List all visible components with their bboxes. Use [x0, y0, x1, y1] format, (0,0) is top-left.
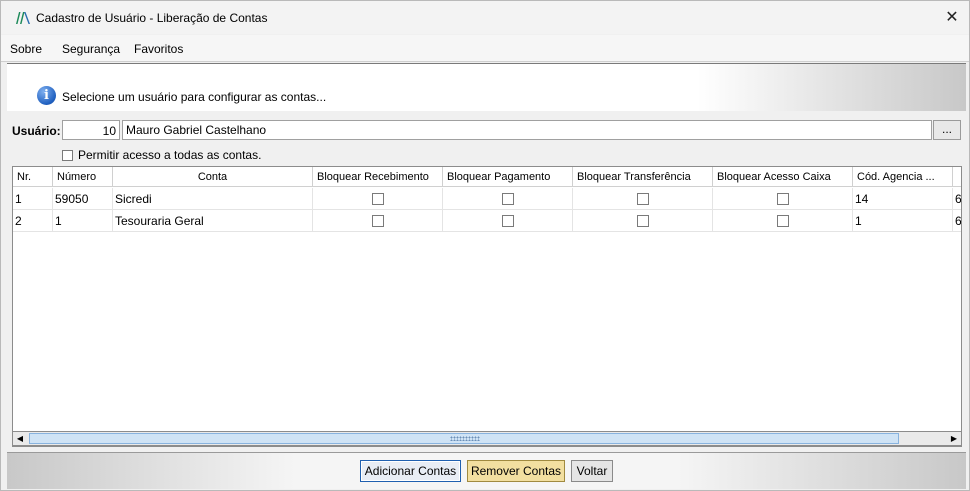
permit-all-checkbox[interactable] [62, 150, 73, 161]
menu-bar: Sobre Segurança Favoritos [1, 35, 969, 62]
back-button[interactable]: Voltar [571, 460, 613, 482]
user-id-field[interactable]: 10 [62, 120, 120, 140]
cell-overflow: 6 [953, 210, 961, 232]
cell-nr: 2 [13, 210, 53, 232]
permit-all-option[interactable]: Permitir acesso a todas as contas. [62, 148, 261, 162]
title-bar: Cadastro de Usuário - Liberação de Conta… [1, 1, 969, 34]
cell-conta: Sicredi [113, 188, 313, 210]
bloq-transferencia-checkbox[interactable] [636, 193, 649, 205]
col-header-bloq-pagamento[interactable]: Bloquear Pagamento [443, 167, 573, 187]
user-name-field[interactable]: Mauro Gabriel Castelhano [122, 120, 932, 140]
cell-numero: 59050 [53, 188, 113, 210]
col-header-cod-agencia[interactable]: Cód. Agencia ... [853, 167, 953, 187]
col-header-bloq-recebimento[interactable]: Bloquear Recebimento [313, 167, 443, 187]
window-title: Cadastro de Usuário - Liberação de Conta… [36, 11, 268, 25]
col-header-nr[interactable]: Nr. [13, 167, 53, 187]
bloq-pagamento-checkbox[interactable] [501, 215, 514, 227]
scrollbar-thumb[interactable] [29, 433, 899, 444]
menu-seguranca[interactable]: Segurança [62, 42, 120, 56]
cell-nr: 1 [13, 188, 53, 210]
cell-conta: Tesouraria Geral [113, 210, 313, 232]
cell-bloq-recebimento [313, 188, 443, 210]
col-header-conta[interactable]: Conta [113, 167, 313, 187]
bloq-recebimento-checkbox[interactable] [371, 193, 384, 205]
permit-all-label: Permitir acesso a todas as contas. [78, 148, 262, 162]
scroll-right-icon[interactable]: ▶ [947, 432, 961, 445]
cell-cod-agencia: 14 [853, 188, 953, 210]
col-header-bloq-transferencia[interactable]: Bloquear Transferência [573, 167, 713, 187]
bloq-recebimento-checkbox[interactable] [371, 215, 384, 227]
cell-bloq-transferencia [573, 188, 713, 210]
cell-bloq-acesso-caixa [713, 210, 853, 232]
window: Cadastro de Usuário - Liberação de Conta… [0, 0, 970, 491]
horizontal-scrollbar[interactable]: ◀ ▶ [12, 431, 962, 446]
table-row[interactable]: 2 1 Tesouraria Geral 1 6 [13, 210, 961, 232]
cell-cod-agencia: 1 [853, 210, 953, 232]
col-header-overflow[interactable] [953, 167, 961, 187]
accounts-grid: Nr. Número Conta Bloquear Recebimento Bl… [12, 166, 962, 447]
info-banner: i Selecione um usuário para configurar a… [7, 63, 966, 111]
info-icon: i [37, 86, 56, 105]
cell-numero: 1 [53, 210, 113, 232]
grid-header: Nr. Número Conta Bloquear Recebimento Bl… [13, 167, 961, 187]
menu-favoritos[interactable]: Favoritos [134, 42, 183, 56]
col-header-numero[interactable]: Número [53, 167, 113, 187]
col-header-bloq-acesso-caixa[interactable]: Bloquear Acesso Caixa [713, 167, 853, 187]
cell-bloq-transferencia [573, 210, 713, 232]
cell-bloq-acesso-caixa [713, 188, 853, 210]
table-row[interactable]: 1 59050 Sicredi 14 6 [13, 188, 961, 210]
remove-accounts-button[interactable]: Remover Contas [467, 460, 565, 482]
close-icon[interactable]: ✕ [941, 8, 963, 28]
banner-text: Selecione um usuário para configurar as … [62, 90, 327, 104]
scrollbar-grip-icon [450, 436, 480, 441]
cell-bloq-recebimento [313, 210, 443, 232]
user-lookup-button[interactable]: ... [933, 120, 961, 140]
cell-bloq-pagamento [443, 188, 573, 210]
user-label: Usuário: [12, 124, 61, 138]
button-bar: Adicionar Contas Remover Contas Voltar [7, 452, 966, 489]
cell-bloq-pagamento [443, 210, 573, 232]
bloq-acesso-caixa-checkbox[interactable] [776, 215, 789, 227]
scroll-left-icon[interactable]: ◀ [13, 432, 27, 445]
bloq-pagamento-checkbox[interactable] [501, 193, 514, 205]
menu-sobre[interactable]: Sobre [10, 42, 42, 56]
app-logo-icon [16, 12, 30, 24]
add-accounts-button[interactable]: Adicionar Contas [360, 460, 461, 482]
cell-overflow: 6 [953, 188, 961, 210]
bloq-acesso-caixa-checkbox[interactable] [776, 193, 789, 205]
bloq-transferencia-checkbox[interactable] [636, 215, 649, 227]
